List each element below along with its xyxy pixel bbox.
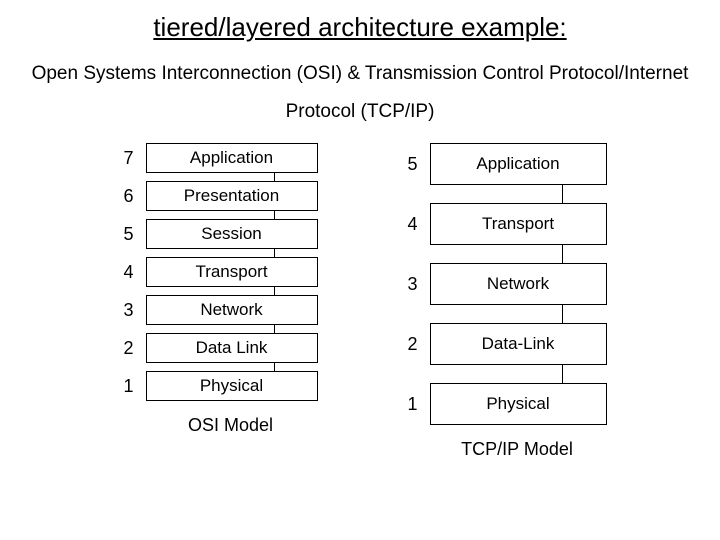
layer-number: 7 [114, 148, 134, 169]
osi-model-label: OSI Model [188, 415, 273, 436]
osi-model-column: 7 Application 6 Presentation 5 Session 4… [114, 143, 318, 460]
layer-number: 6 [114, 186, 134, 207]
layer-number: 2 [398, 334, 418, 355]
layer-row: 1 Physical [398, 383, 607, 425]
layer-box: Transport [430, 203, 607, 245]
layer-row: 5 Session [114, 219, 318, 249]
layer-number: 3 [398, 274, 418, 295]
layer-box: Presentation [146, 181, 318, 211]
connector [274, 211, 275, 219]
layer-box: Physical [430, 383, 607, 425]
layer-row: 5 Application [398, 143, 607, 185]
connector [274, 287, 275, 295]
layer-row: 3 Network [114, 295, 318, 325]
layer-box: Application [430, 143, 607, 185]
layer-number: 2 [114, 338, 134, 359]
layer-box: Transport [146, 257, 318, 287]
connector [562, 245, 563, 263]
tcpip-model-label: TCP/IP Model [461, 439, 573, 460]
layer-box: Network [146, 295, 318, 325]
layer-row: 3 Network [398, 263, 607, 305]
layer-number: 5 [114, 224, 134, 245]
layer-box: Physical [146, 371, 318, 401]
layer-number: 1 [114, 376, 134, 397]
connector [562, 305, 563, 323]
layer-row: 4 Transport [398, 203, 607, 245]
layer-row: 4 Transport [114, 257, 318, 287]
layer-row: 2 Data Link [114, 333, 318, 363]
layer-number: 3 [114, 300, 134, 321]
layer-number: 1 [398, 394, 418, 415]
layer-row: 2 Data-Link [398, 323, 607, 365]
layer-number: 4 [398, 214, 418, 235]
connector [562, 365, 563, 383]
layer-row: 7 Application [114, 143, 318, 173]
layer-number: 5 [398, 154, 418, 175]
tcpip-model-column: 5 Application 4 Transport 3 Network 2 Da… [398, 143, 607, 460]
connector [274, 325, 275, 333]
layer-row: 1 Physical [114, 371, 318, 401]
layer-box: Data Link [146, 333, 318, 363]
layer-row: 6 Presentation [114, 181, 318, 211]
slide-subtitle: Open Systems Interconnection (OSI) & Tra… [0, 55, 720, 131]
layer-box: Network [430, 263, 607, 305]
connector [274, 173, 275, 181]
layer-number: 4 [114, 262, 134, 283]
layer-box: Application [146, 143, 318, 173]
layer-box: Session [146, 219, 318, 249]
connector [274, 249, 275, 257]
slide-title: tiered/layered architecture example: [0, 0, 720, 43]
layer-box: Data-Link [430, 323, 607, 365]
connector [274, 363, 275, 371]
connector [562, 185, 563, 203]
diagram-area: 7 Application 6 Presentation 5 Session 4… [0, 143, 720, 460]
